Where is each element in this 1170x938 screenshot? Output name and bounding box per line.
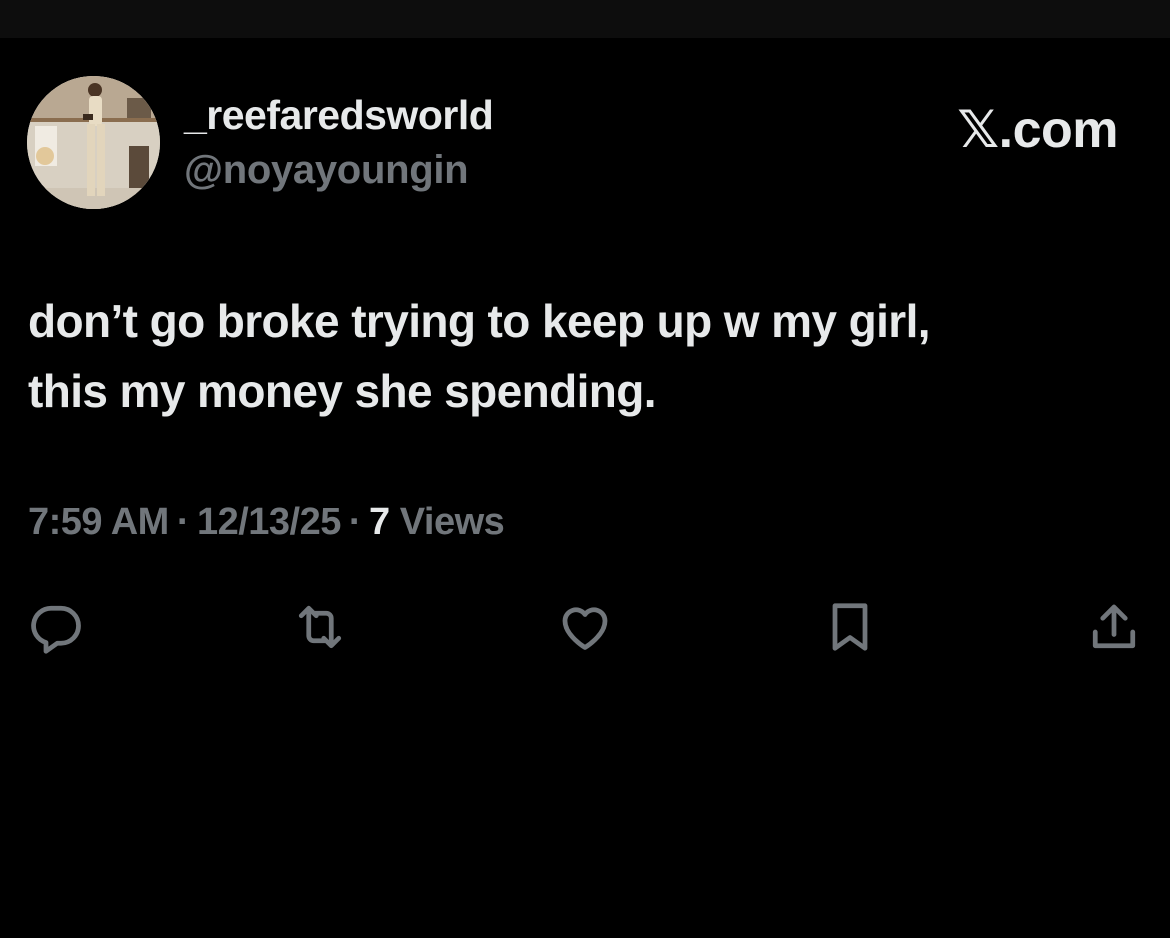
bookmark-button[interactable] <box>820 596 880 658</box>
tweet-text: don’t go broke trying to keep up w my gi… <box>28 286 1128 426</box>
x-logo-icon: 𝕏 <box>957 100 999 160</box>
separator-dot: · <box>176 501 190 543</box>
display-name[interactable]: _reefaredsworld <box>184 92 494 139</box>
reply-button[interactable] <box>26 596 86 658</box>
like-button[interactable] <box>555 596 615 658</box>
reply-icon <box>31 605 81 654</box>
tweet-line: this my money she spending. <box>28 365 657 417</box>
repost-icon <box>298 605 342 649</box>
avatar-photo <box>27 76 160 209</box>
views-count: 7 <box>369 501 390 543</box>
tweet-date[interactable]: 12/13/25 <box>197 501 341 543</box>
tweet-time[interactable]: 7:59 AM <box>28 501 169 543</box>
heart-icon <box>562 607 608 650</box>
avatar[interactable] <box>27 76 160 209</box>
separator-dot: · <box>348 501 362 543</box>
views-label: Views <box>399 501 505 543</box>
top-bar <box>0 0 1170 38</box>
share-button[interactable] <box>1084 596 1144 658</box>
brand-watermark: 𝕏.com <box>957 100 1118 160</box>
repost-button[interactable] <box>290 596 350 658</box>
username-handle[interactable]: @noyayoungin <box>184 148 469 193</box>
tweet-line: don’t go broke trying to keep up w my gi… <box>28 295 931 347</box>
brand-suffix: .com <box>998 101 1119 159</box>
tweet-metadata: 7:59 AM · 12/13/25 · 7 Views <box>28 501 505 544</box>
bookmark-icon <box>832 603 868 651</box>
share-icon <box>1092 604 1136 649</box>
